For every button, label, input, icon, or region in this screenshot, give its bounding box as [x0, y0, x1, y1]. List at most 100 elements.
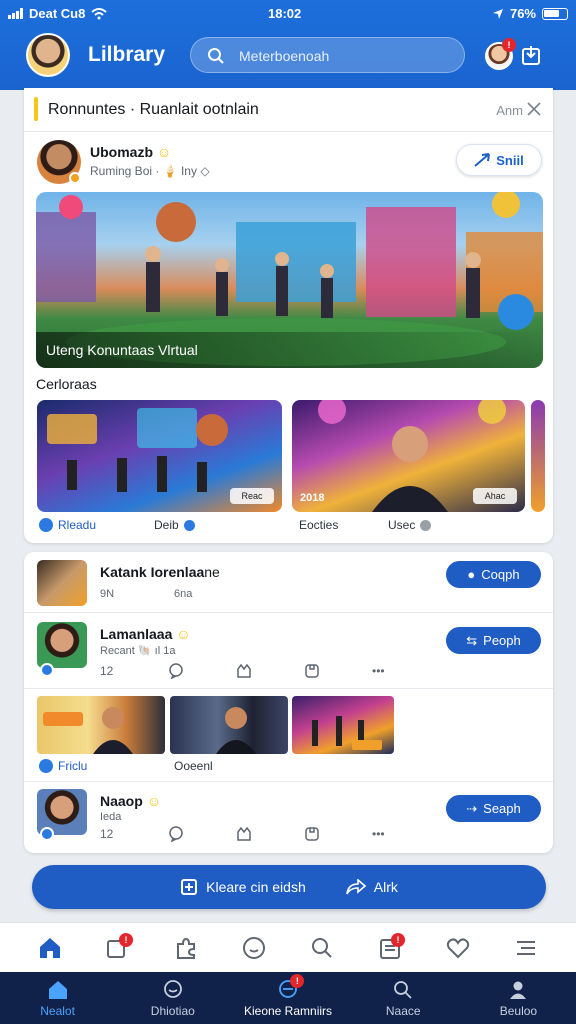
bookmark-icon: [305, 664, 319, 678]
nav-label: Beuloo: [499, 1004, 538, 1018]
thumbnail-tag: Reac: [230, 488, 274, 504]
channel-name[interactable]: Eocties: [299, 518, 338, 532]
more-icon: •••: [372, 664, 385, 678]
post-author-name[interactable]: Ubomazb ☺: [90, 144, 171, 160]
tile-illustration: [312, 716, 382, 750]
search-input[interactable]: [239, 44, 449, 68]
user-avatar[interactable]: [26, 33, 70, 77]
media-tile[interactable]: [37, 696, 165, 754]
video-thumbnail[interactable]: 2018 Ahac: [292, 400, 525, 512]
share-button[interactable]: Alrk: [345, 879, 398, 895]
thumbnail-tag: Ahac: [473, 488, 517, 504]
section-label: Cerloraas: [36, 376, 97, 392]
tile-label-text[interactable]: Friclu: [58, 759, 87, 773]
like-button[interactable]: [236, 663, 304, 679]
nav-item-profile[interactable]: Beuloo: [461, 972, 576, 1024]
create-icon: [181, 879, 198, 895]
search-icon: [394, 981, 412, 999]
channel-icon: [39, 759, 53, 773]
count: 12: [100, 664, 114, 678]
clock: 18:02: [268, 6, 302, 21]
send-button[interactable]: Sniil: [456, 144, 542, 176]
save-button[interactable]: [304, 826, 372, 842]
member-action-button[interactable]: ⇢ Seaph: [446, 795, 541, 822]
verified-icon: [183, 519, 195, 531]
more-icon: •••: [372, 827, 385, 841]
messages-button[interactable]: !: [105, 932, 133, 961]
tile-label: Ooeenl: [174, 759, 213, 773]
battery-icon: [542, 7, 568, 20]
share-arrow-icon: [345, 879, 366, 895]
create-button[interactable]: Kleare cin eidsh: [180, 878, 306, 896]
comment-icon: [169, 663, 183, 679]
member-avatar[interactable]: [37, 560, 87, 606]
puzzle-icon[interactable]: [173, 935, 199, 961]
community-card: Ronnuntes · Ruanlait ootnlain Anm Ubomaz…: [24, 88, 553, 543]
meta-label: Deib: [154, 518, 179, 532]
nav-item-home[interactable]: Nealot: [0, 972, 115, 1024]
community-action-link[interactable]: Anm: [496, 103, 523, 118]
comment-button[interactable]: [168, 826, 236, 842]
plus-icon: ⇢: [466, 800, 478, 816]
divider: [24, 612, 553, 613]
save-button[interactable]: [304, 663, 372, 679]
verified-icon: [40, 827, 54, 841]
heart-icon[interactable]: [445, 935, 471, 961]
post-actions: 12 •••: [100, 826, 440, 842]
shortcut-toolbar: ! !: [0, 922, 576, 972]
hero-image[interactable]: Uteng Konuntaas Vlrtual: [36, 192, 543, 368]
meta-label: Usec: [388, 518, 416, 532]
thumbnail-footer: Rleadu: [39, 518, 96, 532]
like-button[interactable]: [236, 826, 304, 842]
member-action-button[interactable]: ● Coqph: [446, 561, 541, 588]
inbox-button[interactable]: !: [377, 932, 405, 961]
search-bar[interactable]: [190, 37, 465, 73]
battery-percent: 76%: [509, 6, 536, 21]
comment-button[interactable]: [168, 663, 236, 679]
nav-item-chat[interactable]: Dhiotiao: [115, 972, 230, 1024]
member-avatar[interactable]: [37, 622, 87, 668]
search-icon[interactable]: [309, 935, 335, 961]
notification-badge: !: [391, 932, 405, 947]
nav-item-community[interactable]: ! Kieone Ramniirs: [230, 972, 345, 1024]
media-tile[interactable]: [292, 696, 394, 754]
tile-label-text: Ooeenl: [174, 759, 213, 773]
member-sub: Recant 🐚 ıl 1a: [100, 645, 176, 657]
menu-icon[interactable]: [513, 935, 539, 961]
member-name[interactable]: Naaop ☺: [100, 793, 161, 809]
more-button[interactable]: •••: [372, 827, 440, 841]
plus-icon: ⇆: [466, 632, 478, 648]
status-bar: Deat Cu8 18:02 76%: [0, 6, 576, 22]
member-action-button[interactable]: ⇆ Peoph: [446, 627, 541, 654]
hero-caption: Uteng Konuntaas Vlrtual: [46, 342, 198, 358]
video-thumbnail-partial[interactable]: [531, 400, 545, 512]
comment-icon: [169, 826, 183, 842]
wifi-icon: [91, 7, 108, 19]
member-name[interactable]: Katank Iorenlaane: [100, 564, 220, 580]
nav-item-search[interactable]: Naace: [346, 972, 461, 1024]
home-icon[interactable]: [37, 935, 63, 961]
nav-label: Kieone Ramniirs: [243, 1004, 333, 1018]
search-icon: [208, 48, 224, 64]
hero-caption-bar: Uteng Konuntaas Vlrtual: [36, 332, 543, 368]
channel-name[interactable]: Rleadu: [58, 518, 96, 532]
community-title: Ronnuntes · Ruanlait ootnlain: [48, 101, 259, 118]
member-name[interactable]: Lamanlaaa ☺: [100, 626, 191, 642]
thumbnail-footer-meta: Usec: [388, 518, 432, 532]
bookmark-icon: [305, 827, 319, 841]
share-icon[interactable]: [520, 44, 542, 66]
thumbnail-footer-meta: Deib: [154, 518, 195, 532]
count: 12: [100, 827, 114, 841]
video-thumbnail[interactable]: Reac: [37, 400, 282, 512]
media-tile[interactable]: [170, 696, 288, 754]
share-label: Alrk: [373, 879, 398, 895]
carrier-label: Deat Cu8: [29, 6, 86, 21]
create-label: Kleare cin eidsh: [206, 879, 306, 895]
diamond-icon: ◇: [200, 164, 210, 178]
post-meta: Ruming Boi · 🍦 Iny ◇: [90, 164, 210, 178]
tile-label: Friclu: [39, 759, 87, 773]
emoji-icon[interactable]: [241, 935, 267, 961]
more-button[interactable]: •••: [372, 664, 440, 678]
close-icon[interactable]: [527, 102, 541, 116]
nav-label: Naace: [385, 1004, 421, 1018]
